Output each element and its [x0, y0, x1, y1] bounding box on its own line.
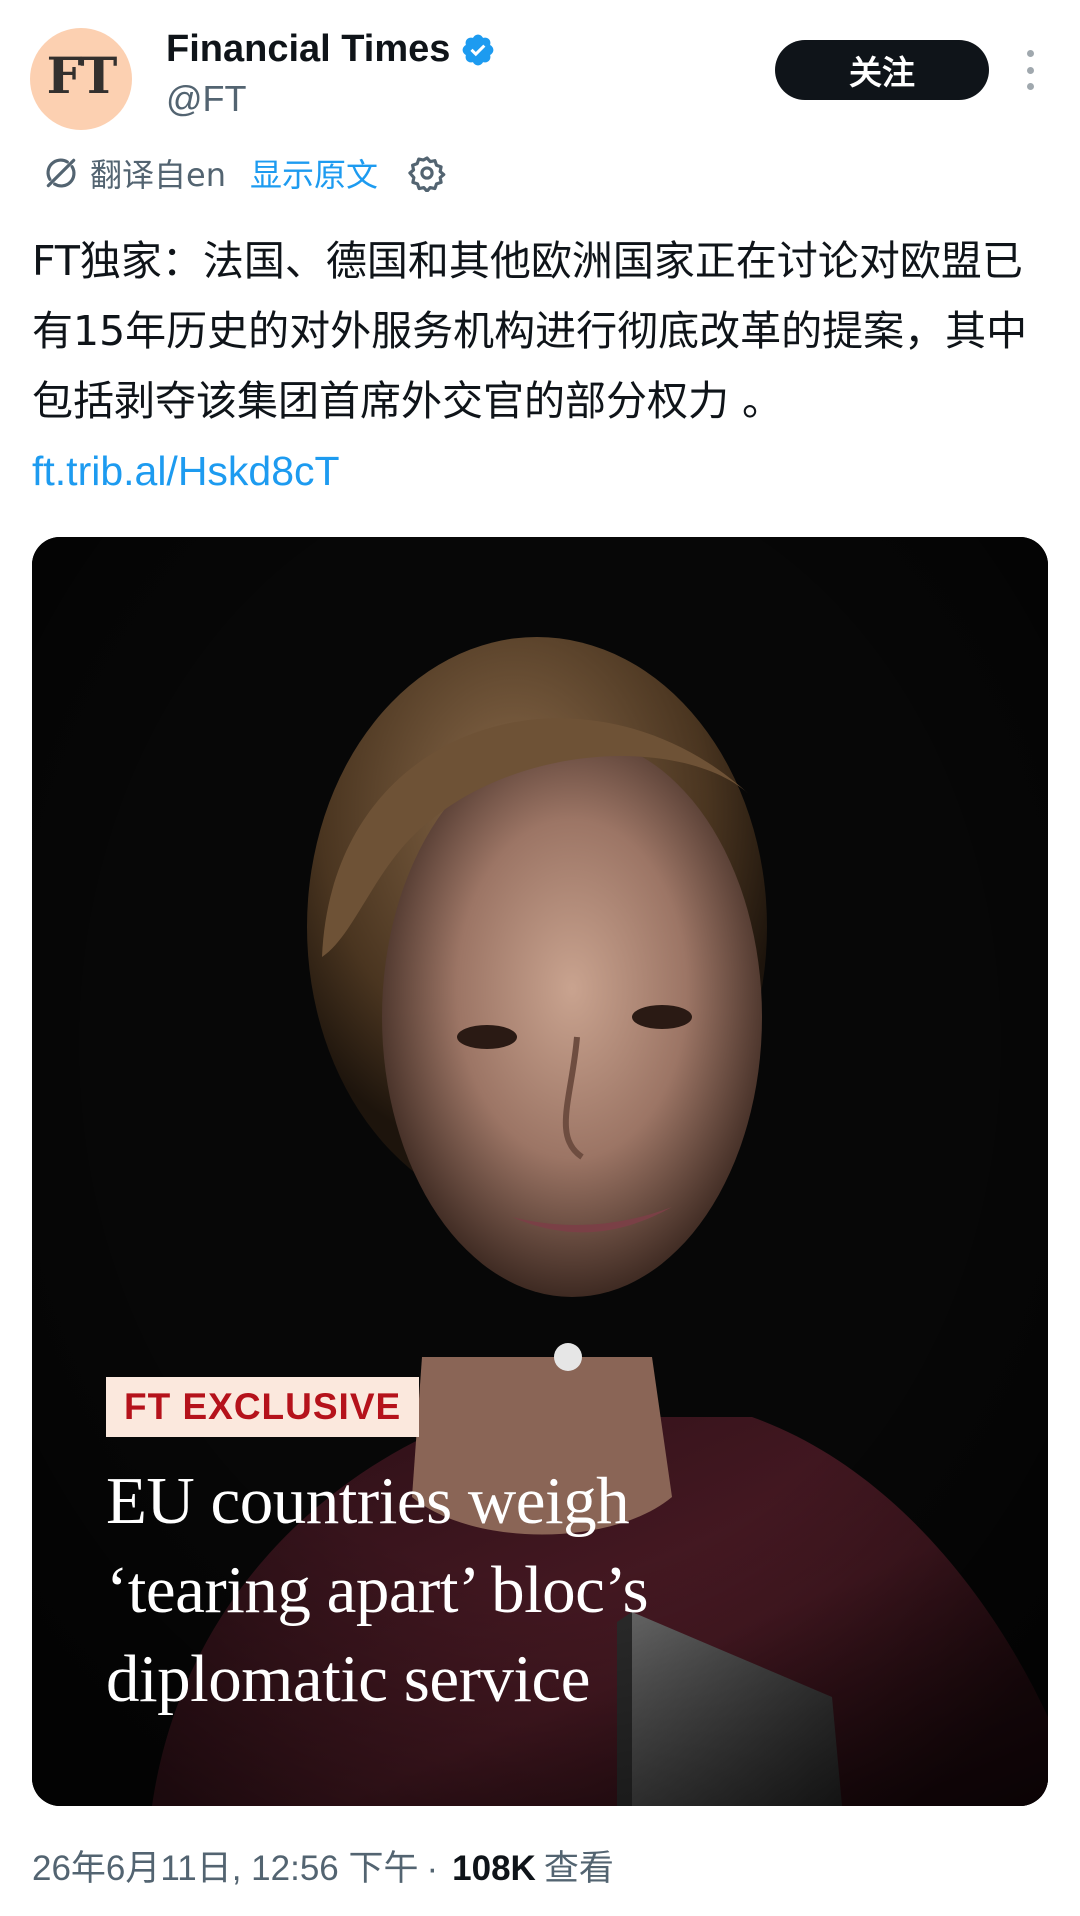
more-options-icon[interactable] — [1022, 50, 1038, 90]
tweet-text: FT独家：法国、德国和其他欧洲国家正在讨论对欧盟已有15年历史的对外服务机构进行… — [32, 226, 1048, 506]
follow-button[interactable]: 关注 — [775, 40, 989, 100]
views-label: 查看 — [543, 1849, 614, 1888]
gear-icon[interactable] — [408, 154, 446, 192]
account-handle[interactable]: @FT — [166, 78, 247, 120]
translate-icon — [46, 158, 76, 188]
headline-line: ‘tearing apart’ bloc’s — [106, 1553, 649, 1627]
article-headline: EU countries weigh ‘tearing apart’ bloc’… — [106, 1457, 746, 1724]
headline-line: diplomatic service — [106, 1642, 591, 1716]
media-card[interactable]: FT EXCLUSIVE EU countries weigh ‘tearing… — [32, 537, 1048, 1806]
headline-line: EU countries weigh — [106, 1464, 630, 1538]
meta-separator: · — [426, 1849, 439, 1888]
tweet-meta: 26年6月11日, 12:56 下午 · 108K 查看 — [32, 1840, 614, 1891]
translated-from-label: 翻译自en — [90, 156, 226, 194]
translation-bar: 翻译自en 显示原文 — [42, 148, 446, 198]
timestamp[interactable]: 26年6月11日, 12:56 下午 — [32, 1840, 419, 1891]
ft-logo: FT — [46, 45, 118, 105]
tweet-link[interactable]: ft.trib.al/Hskd8cT — [32, 448, 340, 494]
tweet-body: FT独家：法国、德国和其他欧洲国家正在讨论对欧盟已有15年历史的对外服务机构进行… — [32, 237, 1028, 425]
avatar[interactable]: FT — [30, 28, 132, 130]
display-name-text: Financial Times — [166, 28, 451, 70]
show-original-link[interactable]: 显示原文 — [250, 150, 378, 196]
verified-badge-icon — [463, 34, 494, 65]
display-name[interactable]: Financial Times — [166, 28, 496, 71]
exclusive-badge: FT EXCLUSIVE — [106, 1377, 420, 1437]
views-count: 108K — [452, 1849, 536, 1888]
